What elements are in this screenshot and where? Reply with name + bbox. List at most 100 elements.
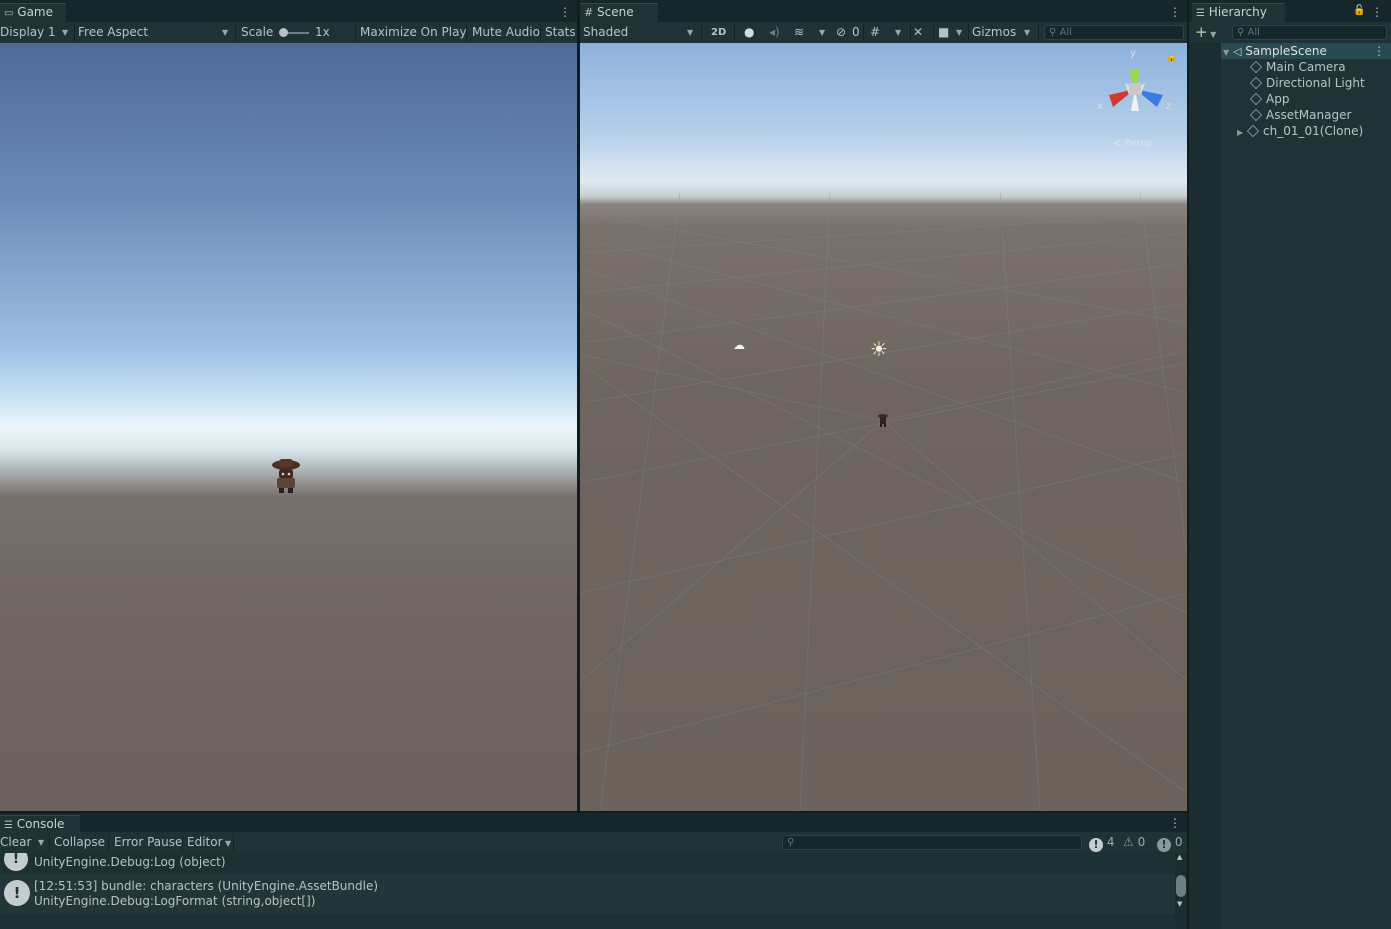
gamepad-icon: ▭ xyxy=(4,8,14,19)
audio-toggle-icon[interactable]: ◂) xyxy=(769,22,780,43)
light-gizmo-icon[interactable]: ☀ xyxy=(870,337,888,361)
hidden-count: 0 xyxy=(852,25,860,39)
mode-2d-toggle[interactable]: 2D xyxy=(711,22,726,43)
scene-tabbar xyxy=(580,0,1187,23)
divider xyxy=(74,24,75,41)
hierarchy-item-ch-01-01-clone[interactable]: ▶ ch_01_01(Clone) xyxy=(1237,123,1363,139)
info-icon: ! xyxy=(4,853,28,871)
chevron-down-icon[interactable]: ▼ xyxy=(1024,22,1030,43)
scale-slider[interactable] xyxy=(279,28,309,37)
camera-gizmo-icon[interactable]: ☁ xyxy=(733,338,745,352)
console-icon: ☰ xyxy=(4,820,13,831)
list-icon: ☰ xyxy=(1196,8,1205,19)
hidden-objects-icon[interactable]: ⊘ xyxy=(836,22,846,43)
warning-count-toggle[interactable]: ⚠ 0 xyxy=(1123,832,1145,853)
aspect-dropdown[interactable]: Free Aspect ▼ xyxy=(78,22,232,43)
console-scrollbar[interactable]: ▲ ▼ xyxy=(1175,853,1187,929)
hierarchy-gutter xyxy=(1189,43,1221,929)
divider xyxy=(1038,24,1039,41)
log-count-toggle[interactable]: ! 4 xyxy=(1089,832,1114,853)
hierarchy-list xyxy=(1221,43,1391,929)
hierarchy-item-app[interactable]: App xyxy=(1249,91,1289,107)
hierarchy-item-directional-light[interactable]: Directional Light xyxy=(1249,75,1365,91)
gameobject-cube-icon xyxy=(1246,124,1260,138)
hierarchy-search-input[interactable]: ⚲ All xyxy=(1232,25,1387,40)
gizmo-axis-z-label: z xyxy=(1166,101,1172,112)
shading-dropdown[interactable]: Shaded ▼ xyxy=(583,22,697,43)
chevron-right-icon[interactable]: ▶ xyxy=(1237,128,1243,137)
divider xyxy=(910,24,911,41)
effects-toggle-icon[interactable]: ≋ xyxy=(794,22,804,43)
editor-label: Editor xyxy=(187,835,223,849)
tab-console-label: Console xyxy=(16,817,65,831)
lock-icon[interactable]: 🔒 xyxy=(1166,53,1177,63)
editor-dropdown[interactable]: Editor ▼ xyxy=(187,832,231,853)
scene-search-input[interactable]: ⚲ All xyxy=(1044,25,1184,40)
divider xyxy=(235,24,236,41)
hierarchy-search-placeholder: All xyxy=(1247,27,1260,38)
chevron-down-icon[interactable]: ▼ xyxy=(956,22,962,43)
error-count-toggle[interactable]: ! 0 xyxy=(1157,832,1182,853)
scale-slider-handle[interactable] xyxy=(279,28,288,37)
unity-scene-icon: ◁ xyxy=(1232,45,1242,58)
search-icon: ⚲ xyxy=(1049,27,1060,38)
hierarchy-item-assetmanager[interactable]: AssetManager xyxy=(1249,107,1351,123)
game-viewport[interactable] xyxy=(0,43,577,811)
collapse-toggle[interactable]: Collapse xyxy=(54,832,105,853)
mute-audio-toggle[interactable]: Mute Audio xyxy=(472,22,540,43)
gizmos-button[interactable]: Gizmos xyxy=(972,22,1016,43)
warning-count: 0 xyxy=(1137,835,1146,849)
orientation-gizmo[interactable] xyxy=(1095,49,1175,129)
character-gizmo[interactable] xyxy=(877,412,889,428)
divider xyxy=(49,834,50,851)
tab-hierarchy[interactable]: ☰ Hierarchy xyxy=(1192,3,1285,22)
chevron-down-icon: ▼ xyxy=(62,28,69,37)
error-count: 0 xyxy=(1174,835,1183,849)
game-tabbar xyxy=(0,0,577,23)
shading-label: Shaded xyxy=(583,25,629,39)
console-empty-area xyxy=(0,914,1175,929)
persp-label[interactable]: < Persp xyxy=(1113,138,1152,149)
divider xyxy=(233,834,234,851)
search-icon: ⚲ xyxy=(787,837,795,848)
divider xyxy=(933,24,934,41)
scene-options-icon[interactable]: ⋮ xyxy=(1169,5,1181,19)
chevron-down-icon[interactable]: ▼ xyxy=(1221,48,1229,57)
console-tabbar xyxy=(0,813,1187,833)
stats-toggle[interactable]: Stats xyxy=(545,22,576,43)
game-options-icon[interactable]: ⋮ xyxy=(559,5,571,19)
grid-toggle-icon[interactable]: # xyxy=(870,22,880,43)
info-icon: ! xyxy=(1089,838,1103,852)
scene-options-icon[interactable]: ⋮ xyxy=(1373,43,1385,59)
tab-scene[interactable]: # Scene xyxy=(580,3,658,22)
chevron-down-icon[interactable]: ▼ xyxy=(819,22,825,43)
scroll-down-icon[interactable]: ▼ xyxy=(1177,900,1182,908)
gameobject-cube-icon xyxy=(1249,60,1263,74)
clear-button[interactable]: Clear xyxy=(0,832,31,853)
console-search-input[interactable]: ⚲ xyxy=(782,835,1082,850)
scrollbar-thumb[interactable] xyxy=(1176,875,1186,897)
display-dropdown[interactable]: Display 1 ▼ xyxy=(0,22,72,43)
hierarchy-scene-row[interactable]: ▼ ◁ SampleScene ⋮ xyxy=(1221,43,1391,59)
hierarchy-options-icon[interactable]: ⋮ xyxy=(1371,5,1383,19)
lighting-toggle-icon[interactable]: ● xyxy=(744,22,754,43)
add-object-button[interactable]: + ▼ xyxy=(1195,22,1216,43)
hierarchy-item-main-camera[interactable]: Main Camera xyxy=(1249,59,1346,75)
chevron-down-icon[interactable]: ▼ xyxy=(895,22,901,43)
scroll-up-icon[interactable]: ▲ xyxy=(1177,853,1182,861)
scene-viewport[interactable]: ☁ ☀ y x z 🔒 < Persp xyxy=(580,43,1187,811)
error-pause-toggle[interactable]: Error Pause xyxy=(114,832,182,853)
aspect-label: Free Aspect xyxy=(78,25,149,39)
gizmo-axis-x-label: x xyxy=(1097,101,1103,112)
chevron-down-icon[interactable]: ▼ xyxy=(38,832,44,853)
gameobject-cube-icon xyxy=(1249,108,1263,122)
hierarchy-item-label: Directional Light xyxy=(1266,76,1365,90)
maximize-on-play-toggle[interactable]: Maximize On Play xyxy=(360,22,467,43)
console-options-icon[interactable]: ⋮ xyxy=(1169,816,1181,830)
tab-game[interactable]: ▭ Game xyxy=(0,3,66,22)
console-entry[interactable]: ! [12:51:53] bundle: characters (UnityEn… xyxy=(0,874,1175,914)
lock-icon[interactable]: 🔓 xyxy=(1353,5,1365,16)
console-entry[interactable]: ! UnityEngine.Debug:Log (object) xyxy=(0,853,1175,874)
camera-icon[interactable]: ■ xyxy=(938,22,949,43)
tools-icon[interactable]: ✕ xyxy=(913,22,923,43)
